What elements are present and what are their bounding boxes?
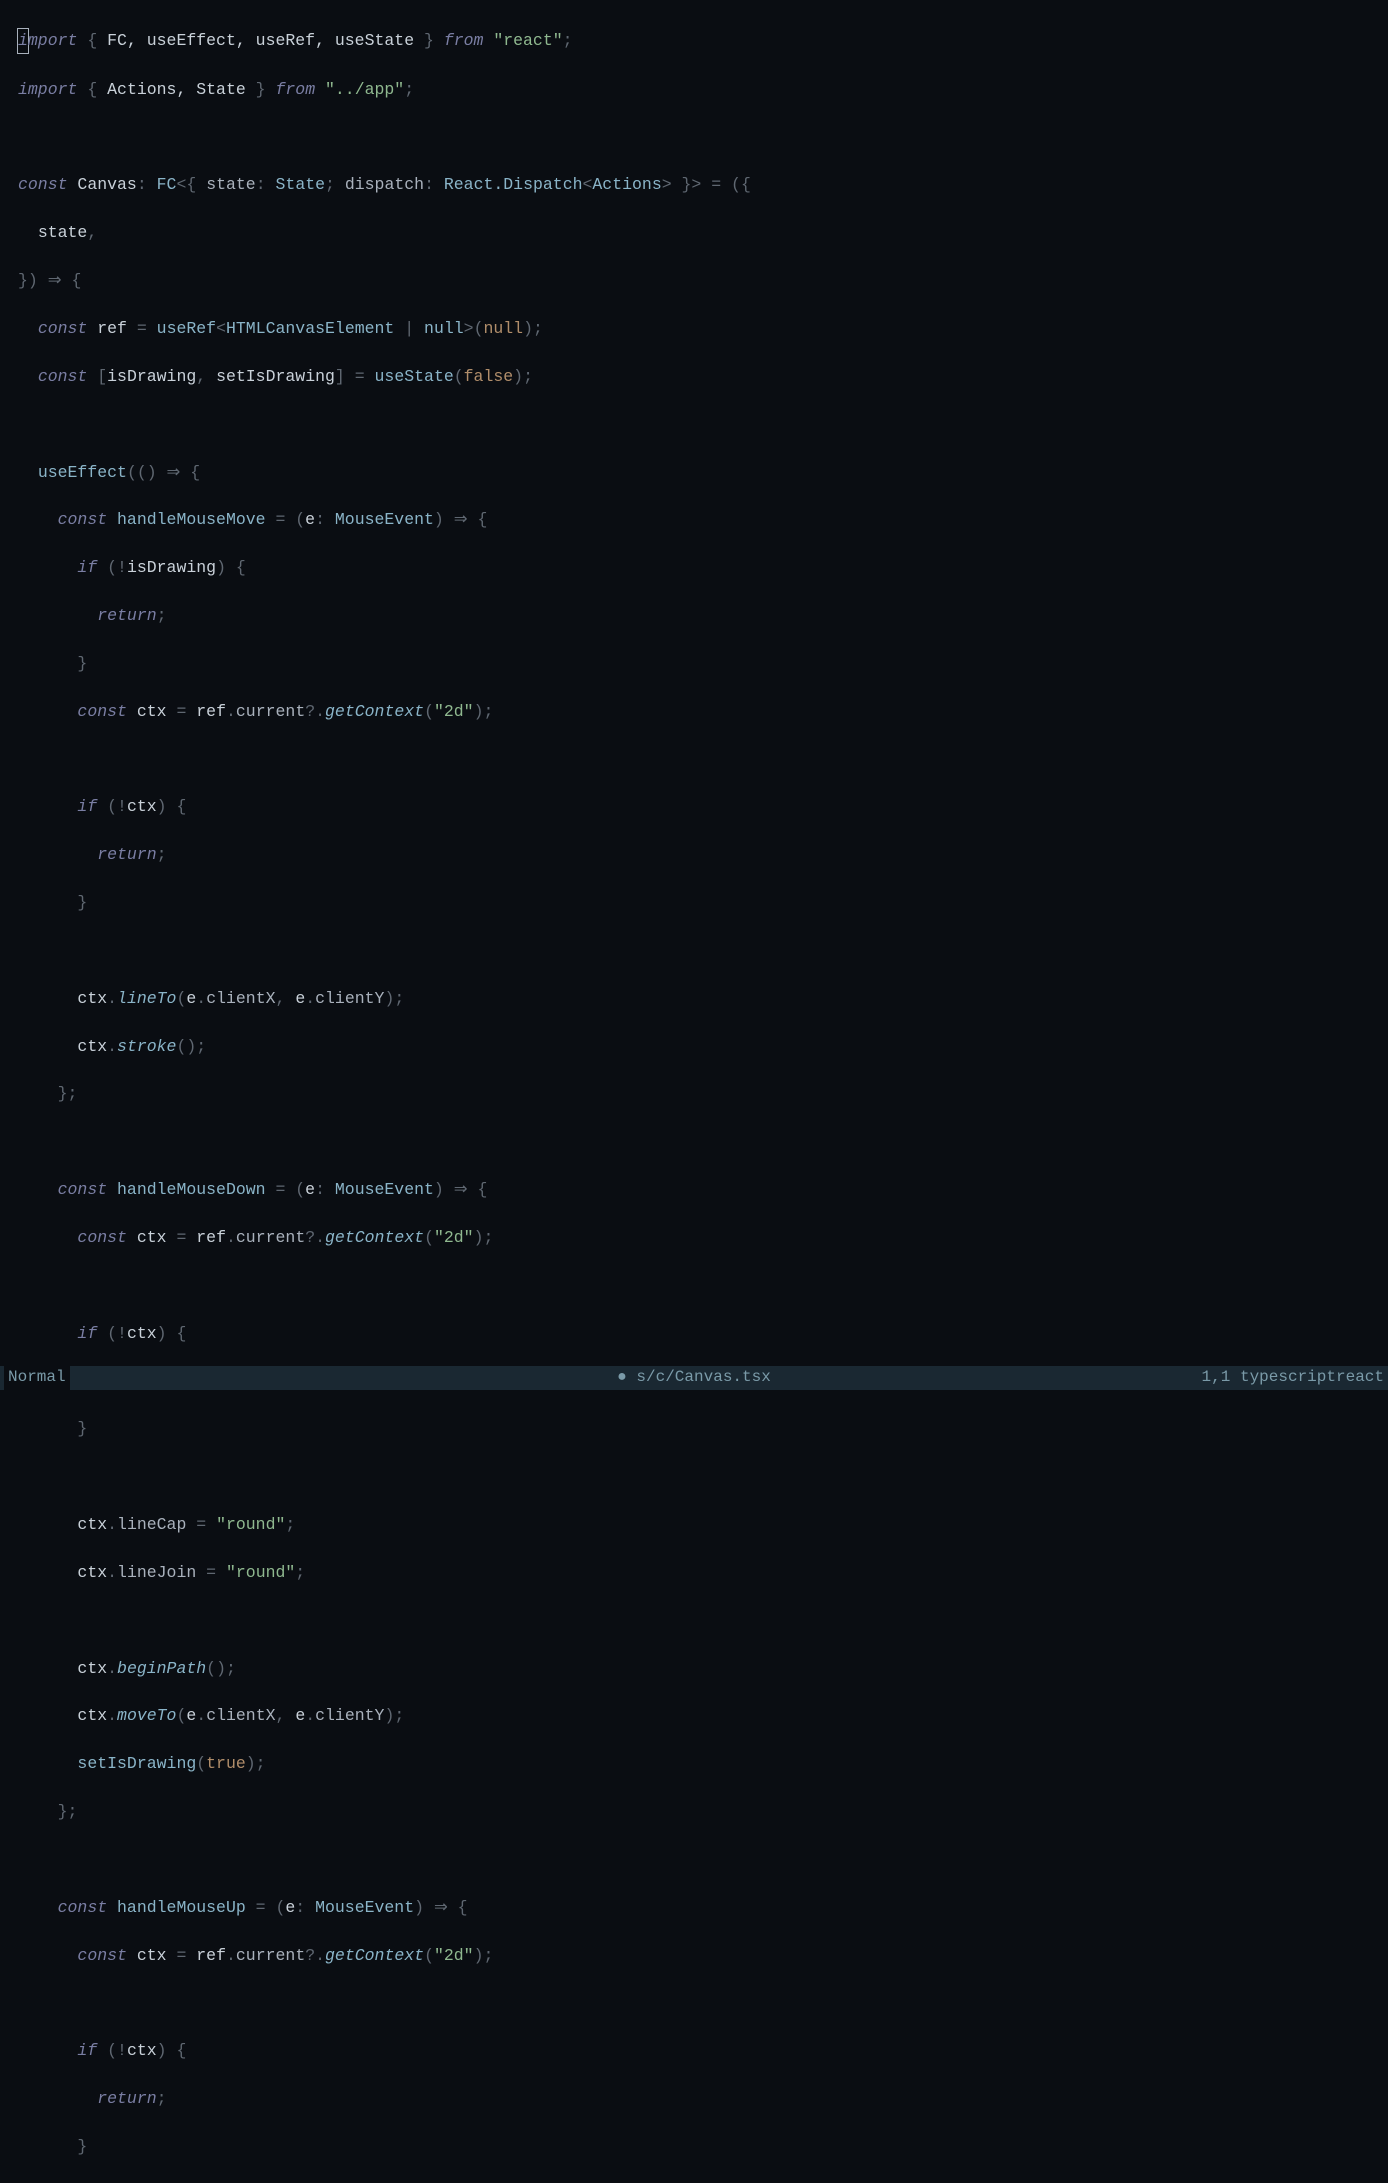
modified-indicator-icon: ● [617,1368,627,1386]
code-line [0,748,1388,772]
code-line [0,1992,1388,2016]
code-line: const handleMouseUp = (e: MouseEvent) ⇒ … [0,1896,1388,1920]
code-line [0,126,1388,150]
code-line: const Canvas: FC<{ state: State; dispatc… [0,173,1388,197]
code-line: if (!ctx) { [0,795,1388,819]
code-line: if (!ctx) { [0,1322,1388,1346]
code-line [0,1465,1388,1489]
code-line: } [0,652,1388,676]
code-line: } [0,1417,1388,1441]
code-line: const ctx = ref.current?.getContext("2d"… [0,700,1388,724]
code-line: } [0,2135,1388,2159]
code-line: }; [0,1800,1388,1824]
filetype-label: typescriptreact [1240,1368,1384,1386]
code-line: const ref = useRef<HTMLCanvasElement | n… [0,317,1388,341]
code-line: ctx.moveTo(e.clientX, e.clientY); [0,1704,1388,1728]
code-line: const ctx = ref.current?.getContext("2d"… [0,1944,1388,1968]
code-line: } [0,891,1388,915]
code-line: return; [0,843,1388,867]
code-line: ctx.lineJoin = "round"; [0,1561,1388,1585]
code-line: ctx.beginPath(); [0,1657,1388,1681]
code-line [0,939,1388,963]
code-line: const ctx = ref.current?.getContext("2d"… [0,1226,1388,1250]
code-line: }; [0,1082,1388,1106]
status-bar: Normal ● s/c/Canvas.tsx 1,1 typescriptre… [0,1366,1388,1390]
code-line: setIsDrawing(true); [0,1752,1388,1776]
code-line: state, [0,221,1388,245]
code-line: const handleMouseMove = (e: MouseEvent) … [0,508,1388,532]
code-line [0,1848,1388,1872]
code-line [0,413,1388,437]
code-line: import { FC, useEffect, useRef, useState… [0,28,1388,54]
code-line: if (!ctx) { [0,2039,1388,2063]
code-line [0,1130,1388,1154]
code-line [0,1609,1388,1633]
code-line [0,1274,1388,1298]
code-line: const [isDrawing, setIsDrawing] = useSta… [0,365,1388,389]
code-line: return; [0,604,1388,628]
editor-mode: Normal [4,1366,70,1389]
code-line: import { Actions, State } from "../app"; [0,78,1388,102]
code-line: if (!isDrawing) { [0,556,1388,580]
code-line: }) ⇒ { [0,269,1388,293]
code-line: return; [0,2087,1388,2111]
cursor-position: 1,1 typescriptreact [1202,1366,1384,1389]
file-path: ● s/c/Canvas.tsx [617,1366,771,1389]
code-line: ctx.lineTo(e.clientX, e.clientY); [0,987,1388,1011]
code-line: ctx.lineCap = "round"; [0,1513,1388,1537]
code-line: const handleMouseDown = (e: MouseEvent) … [0,1178,1388,1202]
code-line: useEffect(() ⇒ { [0,461,1388,485]
code-line: ctx.stroke(); [0,1035,1388,1059]
code-editor[interactable]: import { FC, useEffect, useRef, useState… [0,0,1388,2183]
